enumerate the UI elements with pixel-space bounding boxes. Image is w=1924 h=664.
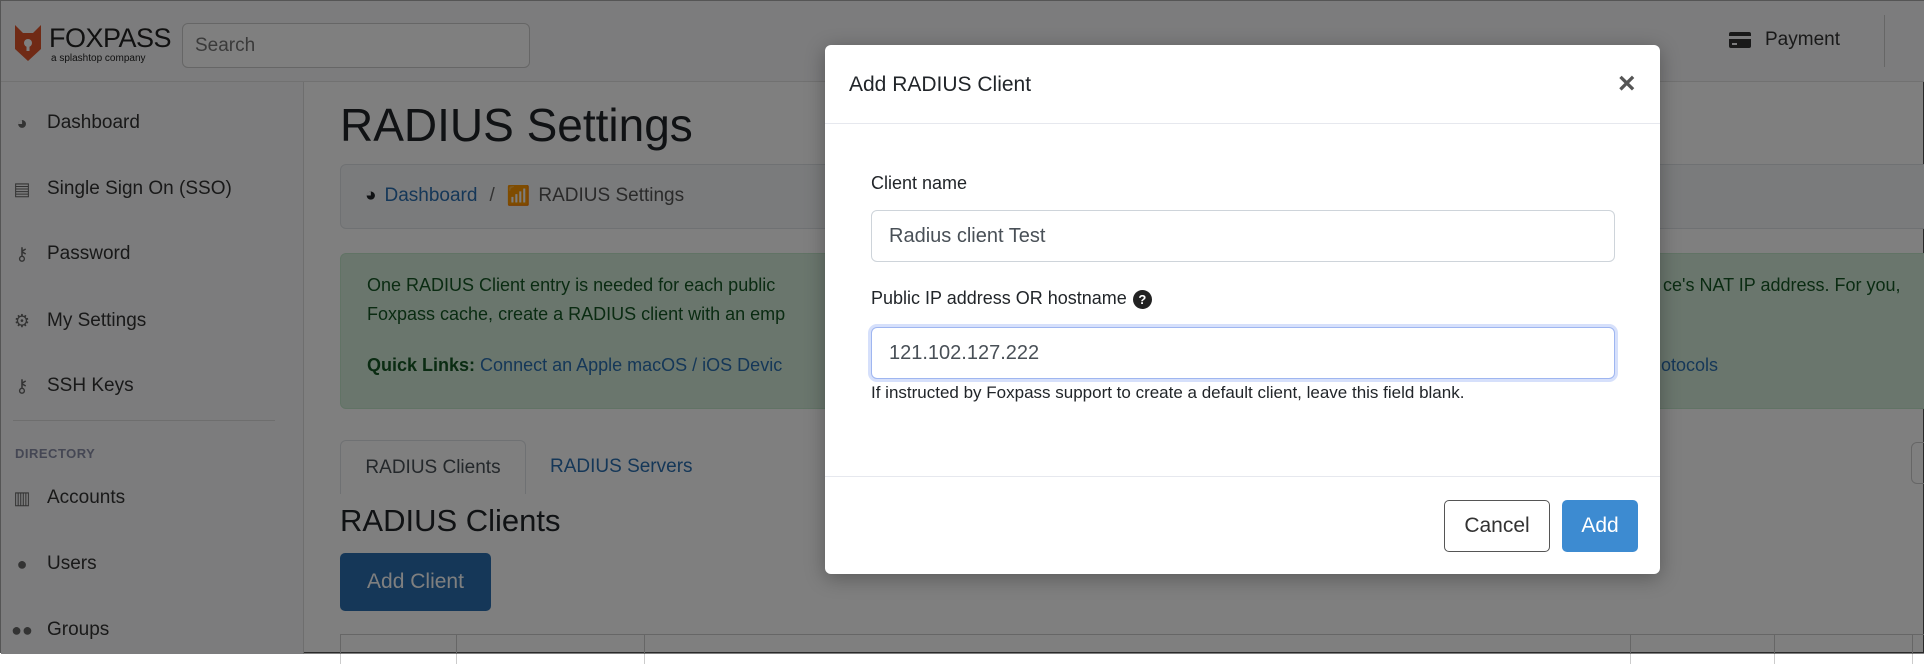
ip-label-text: Public IP address OR hostname [871,288,1127,308]
modal-footer-divider [825,476,1660,477]
add-radius-client-modal: Add RADIUS Client × Client name Public I… [825,45,1660,574]
ip-hostname-input[interactable] [871,327,1615,379]
cancel-button[interactable]: Cancel [1444,500,1550,552]
add-button[interactable]: Add [1562,500,1638,552]
modal-header-divider [825,123,1660,124]
ip-help-text: If instructed by Foxpass support to crea… [871,383,1465,402]
close-icon[interactable]: × [1618,67,1636,101]
ip-label: Public IP address OR hostname? [871,288,1152,309]
client-name-label: Client name [871,173,968,193]
question-circle-icon[interactable]: ? [1132,289,1152,309]
client-name-input[interactable] [871,210,1615,262]
modal-title: Add RADIUS Client [849,73,1032,96]
